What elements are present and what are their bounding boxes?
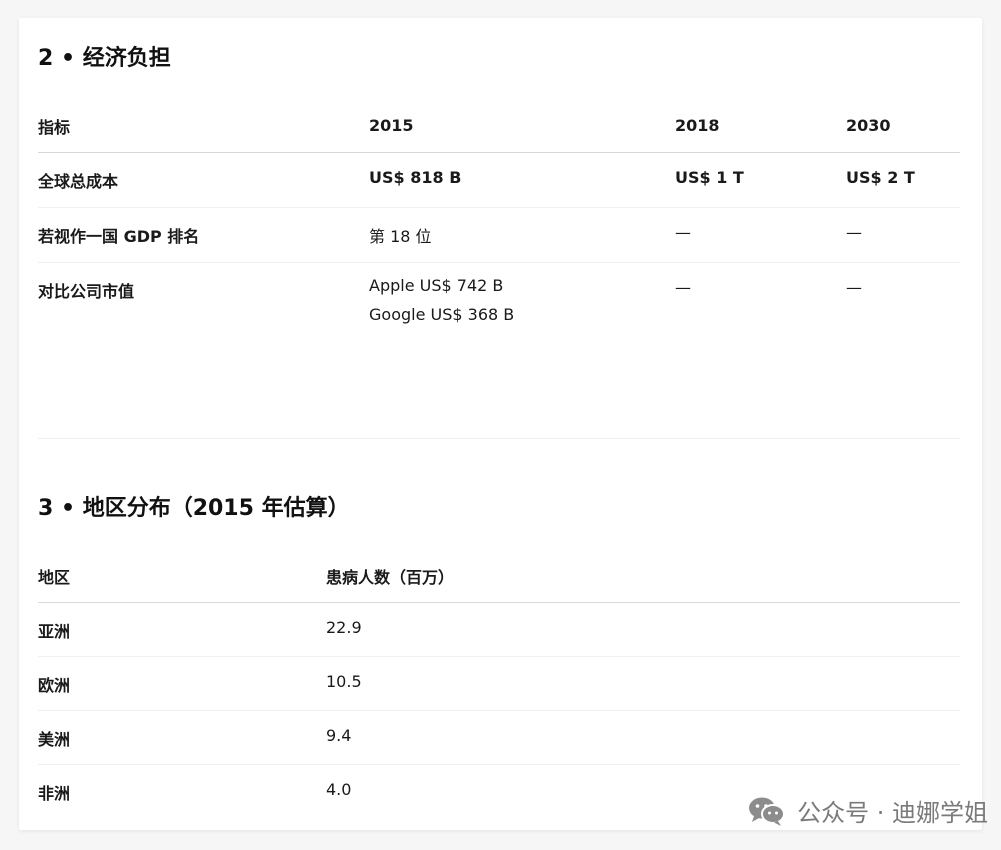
column-header: 地区 [38,549,326,603]
table-header-row: 指标 2015 2018 2030 [38,99,960,153]
content-card: 2 • 经济负担 指标 2015 2018 2030 全球总成本 US$ 818… [19,18,982,830]
table-cell: — [675,207,846,263]
row-label: 对比公司市值 [38,262,369,439]
column-header: 患病人数（百万） [326,549,960,603]
column-header: 指标 [38,99,369,153]
column-header: 2015 [369,99,675,153]
column-header: 2030 [846,99,960,153]
table-cell: 22.9 [326,602,960,657]
watermark: 公众号 · 迪娜学姐 [747,793,988,828]
table-row: 若视作一国 GDP 排名 第 18 位 — — [38,207,960,263]
table-cell: Apple US$ 742 B Google US$ 368 B [369,262,675,439]
table-row: 对比公司市值 Apple US$ 742 B Google US$ 368 B … [38,262,960,439]
table-cell: US$ 818 B [369,152,675,208]
row-label: 全球总成本 [38,152,369,208]
row-label: 美洲 [38,710,326,765]
table-cell: 9.4 [326,710,960,765]
table-row: 全球总成本 US$ 818 B US$ 1 T US$ 2 T [38,152,960,208]
section-title-economic-burden: 2 • 经济负担 [38,46,171,71]
cell-line: Apple US$ 742 B [369,276,504,295]
row-label: 非洲 [38,784,71,803]
table-row: 美洲 9.4 [38,710,960,765]
table-header-row: 地区 患病人数（百万） [38,549,960,603]
economic-burden-table: 指标 2015 2018 2030 全球总成本 US$ 818 B US$ 1 … [38,99,960,439]
watermark-text: 公众号 · 迪娜学姐 [797,799,988,827]
table-cell: — [675,262,846,439]
table-row: 亚洲 22.9 [38,602,960,657]
section-title-regional-distribution: 3 • 地区分布（2015 年估算） [38,496,350,521]
table-cell: 10.5 [326,656,960,711]
cell-line: Google US$ 368 B [369,305,515,324]
column-header: 2018 [675,99,846,153]
table-row: 欧洲 10.5 [38,656,960,711]
regional-distribution-table: 地区 患病人数（百万） 亚洲 22.9 欧洲 10.5 美洲 9.4 非洲 4.… [38,549,960,818]
table-cell: — [846,207,960,263]
row-label: 亚洲 [38,602,326,657]
table-cell: US$ 1 T [675,152,846,208]
table-cell: 第 18 位 [369,207,675,263]
wechat-icon [749,797,786,826]
table-cell: — [846,262,960,439]
row-label: 若视作一国 GDP 排名 [38,207,369,263]
table-cell: US$ 2 T [846,152,960,208]
row-label: 欧洲 [38,656,326,711]
